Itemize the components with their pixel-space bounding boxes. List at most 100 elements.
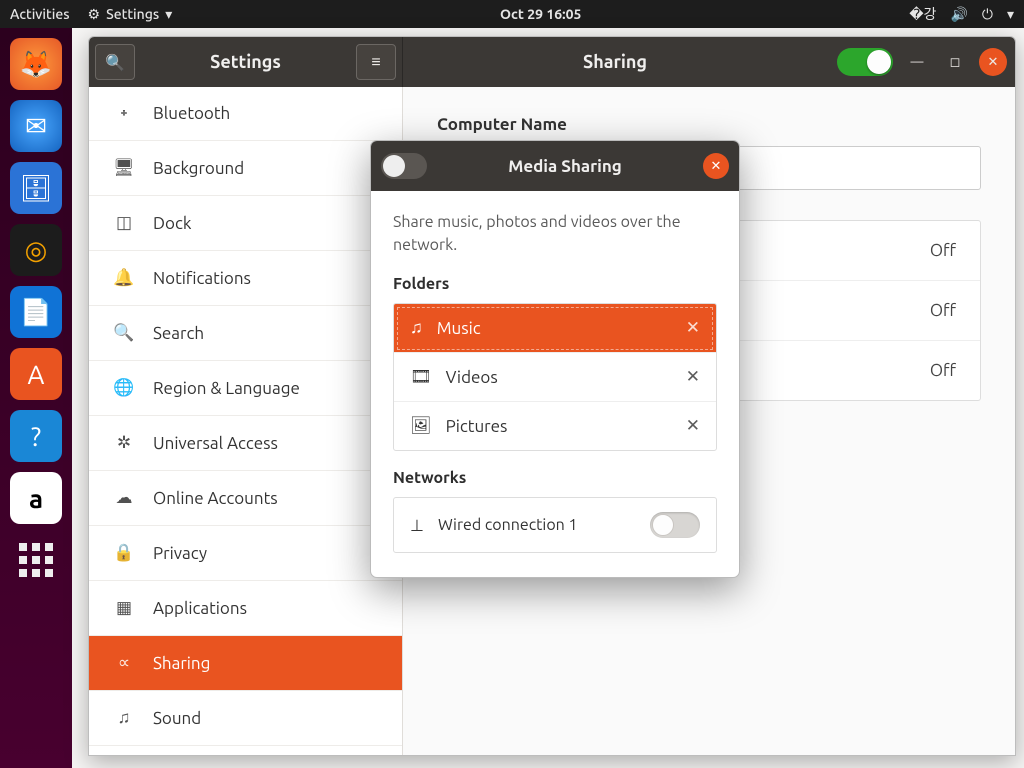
sidebar-item-label: Sharing — [153, 654, 210, 673]
dock-show-apps[interactable] — [8, 532, 64, 588]
sidebar-item-region-language[interactable]: 🌐 Region & Language — [89, 361, 402, 416]
power-icon[interactable]: ⏻ — [982, 6, 993, 23]
sidebar-icon: 🌐 — [113, 378, 135, 398]
sidebar-item-dock[interactable]: ◫ Dock — [89, 196, 402, 251]
search-icon: 🔍 — [105, 53, 125, 72]
sidebar-item-label: Background — [153, 159, 244, 178]
networks-heading: Networks — [393, 469, 717, 487]
sidebar-icon: ᛭ — [113, 104, 135, 123]
folder-label: Pictures — [446, 417, 508, 436]
dock-amazon[interactable]: a — [8, 470, 64, 526]
volume-icon[interactable]: 🔊 — [950, 6, 967, 23]
sidebar-icon: 🖥 — [113, 158, 135, 178]
sidebar-item-online-accounts[interactable]: ☁ Online Accounts — [89, 471, 402, 526]
computer-name-label: Computer Name — [437, 115, 981, 134]
headerbar: 🔍 Settings ≡ Sharing — ◻ ✕ — [89, 37, 1015, 87]
dock-thunderbird[interactable]: ✉ — [8, 98, 64, 154]
sidebar-icon: ▦ — [113, 598, 135, 618]
sidebar-icon: 🔒 — [113, 543, 135, 563]
folder-icon: ♫ — [410, 318, 423, 338]
close-button[interactable]: ✕ — [979, 48, 1007, 76]
maximize-button[interactable]: ◻ — [941, 48, 969, 76]
networks-list: ⊥ Wired connection 1 — [393, 497, 717, 553]
dock-writer[interactable]: 📄 — [8, 284, 64, 340]
dock-software[interactable]: A — [8, 346, 64, 402]
settings-sidebar: ᛭ Bluetooth 🖥 Background ◫ Dock 🔔 Notifications… — [89, 87, 403, 755]
dock-help[interactable]: ? — [8, 408, 64, 464]
sidebar-item-label: Region & Language — [153, 379, 300, 398]
option-state: Off — [930, 301, 956, 320]
network-label: Wired connection 1 — [438, 516, 578, 534]
gear-icon: ⚙ — [88, 6, 101, 23]
sidebar-icon: ☁ — [113, 488, 135, 508]
remove-folder-button[interactable]: ✕ — [686, 367, 700, 387]
search-button[interactable]: 🔍 — [95, 44, 135, 80]
sidebar-icon: ∝ — [113, 653, 135, 673]
page-title: Sharing — [403, 52, 827, 72]
sidebar-item-sharing[interactable]: ∝ Sharing — [89, 636, 402, 691]
sidebar-item-bluetooth[interactable]: ᛭ Bluetooth — [89, 87, 402, 141]
media-sharing-dialog: Media Sharing ✕ Share music, photos and … — [370, 140, 740, 578]
clock[interactable]: Oct 29 16:05 — [172, 6, 909, 22]
sidebar-item-label: Search — [153, 324, 204, 343]
sidebar-icon: ♫ — [113, 708, 135, 728]
folder-label: Music — [437, 319, 481, 338]
sidebar-item-notifications[interactable]: 🔔 Notifications — [89, 251, 402, 306]
app-menu-label: Settings — [106, 6, 159, 22]
sidebar-item-background[interactable]: 🖥 Background — [89, 141, 402, 196]
activities-button[interactable]: Activities — [10, 6, 70, 22]
folder-row-pictures[interactable]: 🖼 Pictures ✕ — [394, 402, 716, 450]
minimize-button[interactable]: — — [903, 48, 931, 76]
sidebar-item-privacy[interactable]: 🔒 Privacy — [89, 526, 402, 581]
option-state: Off — [930, 241, 956, 260]
folder-icon: 🎞 — [410, 367, 432, 387]
folder-row-videos[interactable]: 🎞 Videos ✕ — [394, 353, 716, 402]
remove-folder-button[interactable]: ✕ — [686, 416, 700, 436]
sidebar-icon: ✲ — [113, 433, 135, 453]
dock: 🦊 ✉ 🗄 ◎ 📄 A ? a — [0, 28, 72, 768]
hamburger-button[interactable]: ≡ — [356, 44, 396, 80]
media-sharing-toggle[interactable] — [381, 153, 427, 179]
network-toggle[interactable] — [650, 512, 700, 538]
network-row: ⊥ Wired connection 1 — [393, 497, 717, 553]
sharing-master-toggle[interactable] — [837, 48, 893, 76]
chevron-down-icon: ▾ — [165, 6, 172, 23]
top-panel: Activities ⚙ Settings ▾ Oct 29 16:05 �강 … — [0, 0, 1024, 28]
dialog-close-button[interactable]: ✕ — [703, 153, 729, 179]
menu-icon: ≡ — [371, 53, 380, 72]
sidebar-item-universal-access[interactable]: ✲ Universal Access — [89, 416, 402, 471]
close-icon: ✕ — [711, 159, 722, 174]
dock-rhythmbox[interactable]: ◎ — [8, 222, 64, 278]
sidebar-item-sound[interactable]: ♫ Sound — [89, 691, 402, 746]
chevron-down-icon[interactable]: ▾ — [1007, 6, 1014, 23]
dock-firefox[interactable]: 🦊 — [8, 36, 64, 92]
sidebar-item-label: Notifications — [153, 269, 251, 288]
network-icon: ⊥ — [410, 516, 424, 535]
dialog-header: Media Sharing ✕ — [371, 141, 739, 191]
sidebar-item-search[interactable]: 🔍 Search — [89, 306, 402, 361]
sidebar-item-applications[interactable]: ▦ Applications — [89, 581, 402, 636]
folder-icon: 🖼 — [410, 416, 432, 436]
sidebar-item-label: Bluetooth — [153, 104, 230, 123]
sidebar-icon: 🔍 — [113, 323, 135, 343]
sidebar-icon: 🔔 — [113, 268, 135, 288]
sidebar-item-label: Applications — [153, 599, 247, 618]
sidebar-item-label: Dock — [153, 214, 191, 233]
sidebar-title: Settings — [141, 52, 350, 72]
folder-row-music[interactable]: ♫ Music ✕ — [394, 304, 716, 353]
folder-label: Videos — [446, 368, 498, 387]
network-icon[interactable]: �강 — [909, 4, 936, 24]
option-state: Off — [930, 361, 956, 380]
sidebar-item-label: Online Accounts — [153, 489, 278, 508]
dock-files[interactable]: 🗄 — [8, 160, 64, 216]
remove-folder-button[interactable]: ✕ — [686, 318, 700, 338]
dialog-description: Share music, photos and videos over the … — [393, 211, 717, 257]
sidebar-item-label: Universal Access — [153, 434, 278, 453]
folders-heading: Folders — [393, 275, 717, 293]
sidebar-icon: ◫ — [113, 213, 135, 233]
folders-list: ♫ Music ✕ 🎞 Videos ✕ 🖼 Pictures ✕ — [393, 303, 717, 451]
sidebar-item-label: Privacy — [153, 544, 207, 563]
sidebar-item-label: Sound — [153, 709, 201, 728]
dialog-title: Media Sharing — [427, 157, 703, 176]
app-menu[interactable]: ⚙ Settings ▾ — [88, 6, 173, 23]
